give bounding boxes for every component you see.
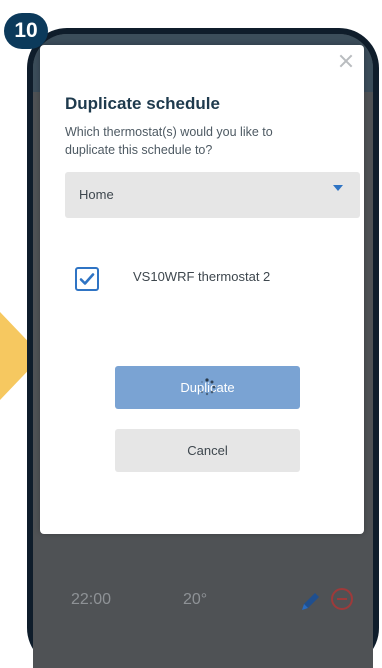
close-icon[interactable] (338, 53, 354, 69)
location-select[interactable]: Home (65, 172, 360, 218)
step-number-badge: 10 (4, 13, 48, 49)
loading-spinner-icon (199, 378, 216, 396)
cancel-button[interactable]: Cancel (115, 429, 300, 472)
cancel-button-label: Cancel (187, 443, 228, 458)
location-select-value: Home (79, 187, 114, 202)
dialog-title: Duplicate schedule (65, 94, 220, 113)
thermostat-label: VS10WRF thermostat 2 (133, 269, 271, 284)
thermostat-checkbox[interactable] (75, 267, 99, 291)
dialog-subtitle: Which thermostat(s) would you like to du… (65, 125, 273, 157)
schedule-time: 22:00 (71, 591, 112, 608)
pencil-icon[interactable] (298, 588, 324, 614)
caret-down-icon (333, 185, 343, 191)
checkmark-icon (79, 273, 95, 285)
minus-circle-icon[interactable] (331, 588, 353, 610)
schedule-row: 22:00 20° (33, 572, 373, 628)
duplicate-button[interactable]: Duplicate (115, 366, 300, 409)
duplicate-schedule-dialog: Duplicate schedule Which thermostat(s) w… (40, 45, 364, 534)
schedule-temperature: 20° (183, 591, 208, 608)
